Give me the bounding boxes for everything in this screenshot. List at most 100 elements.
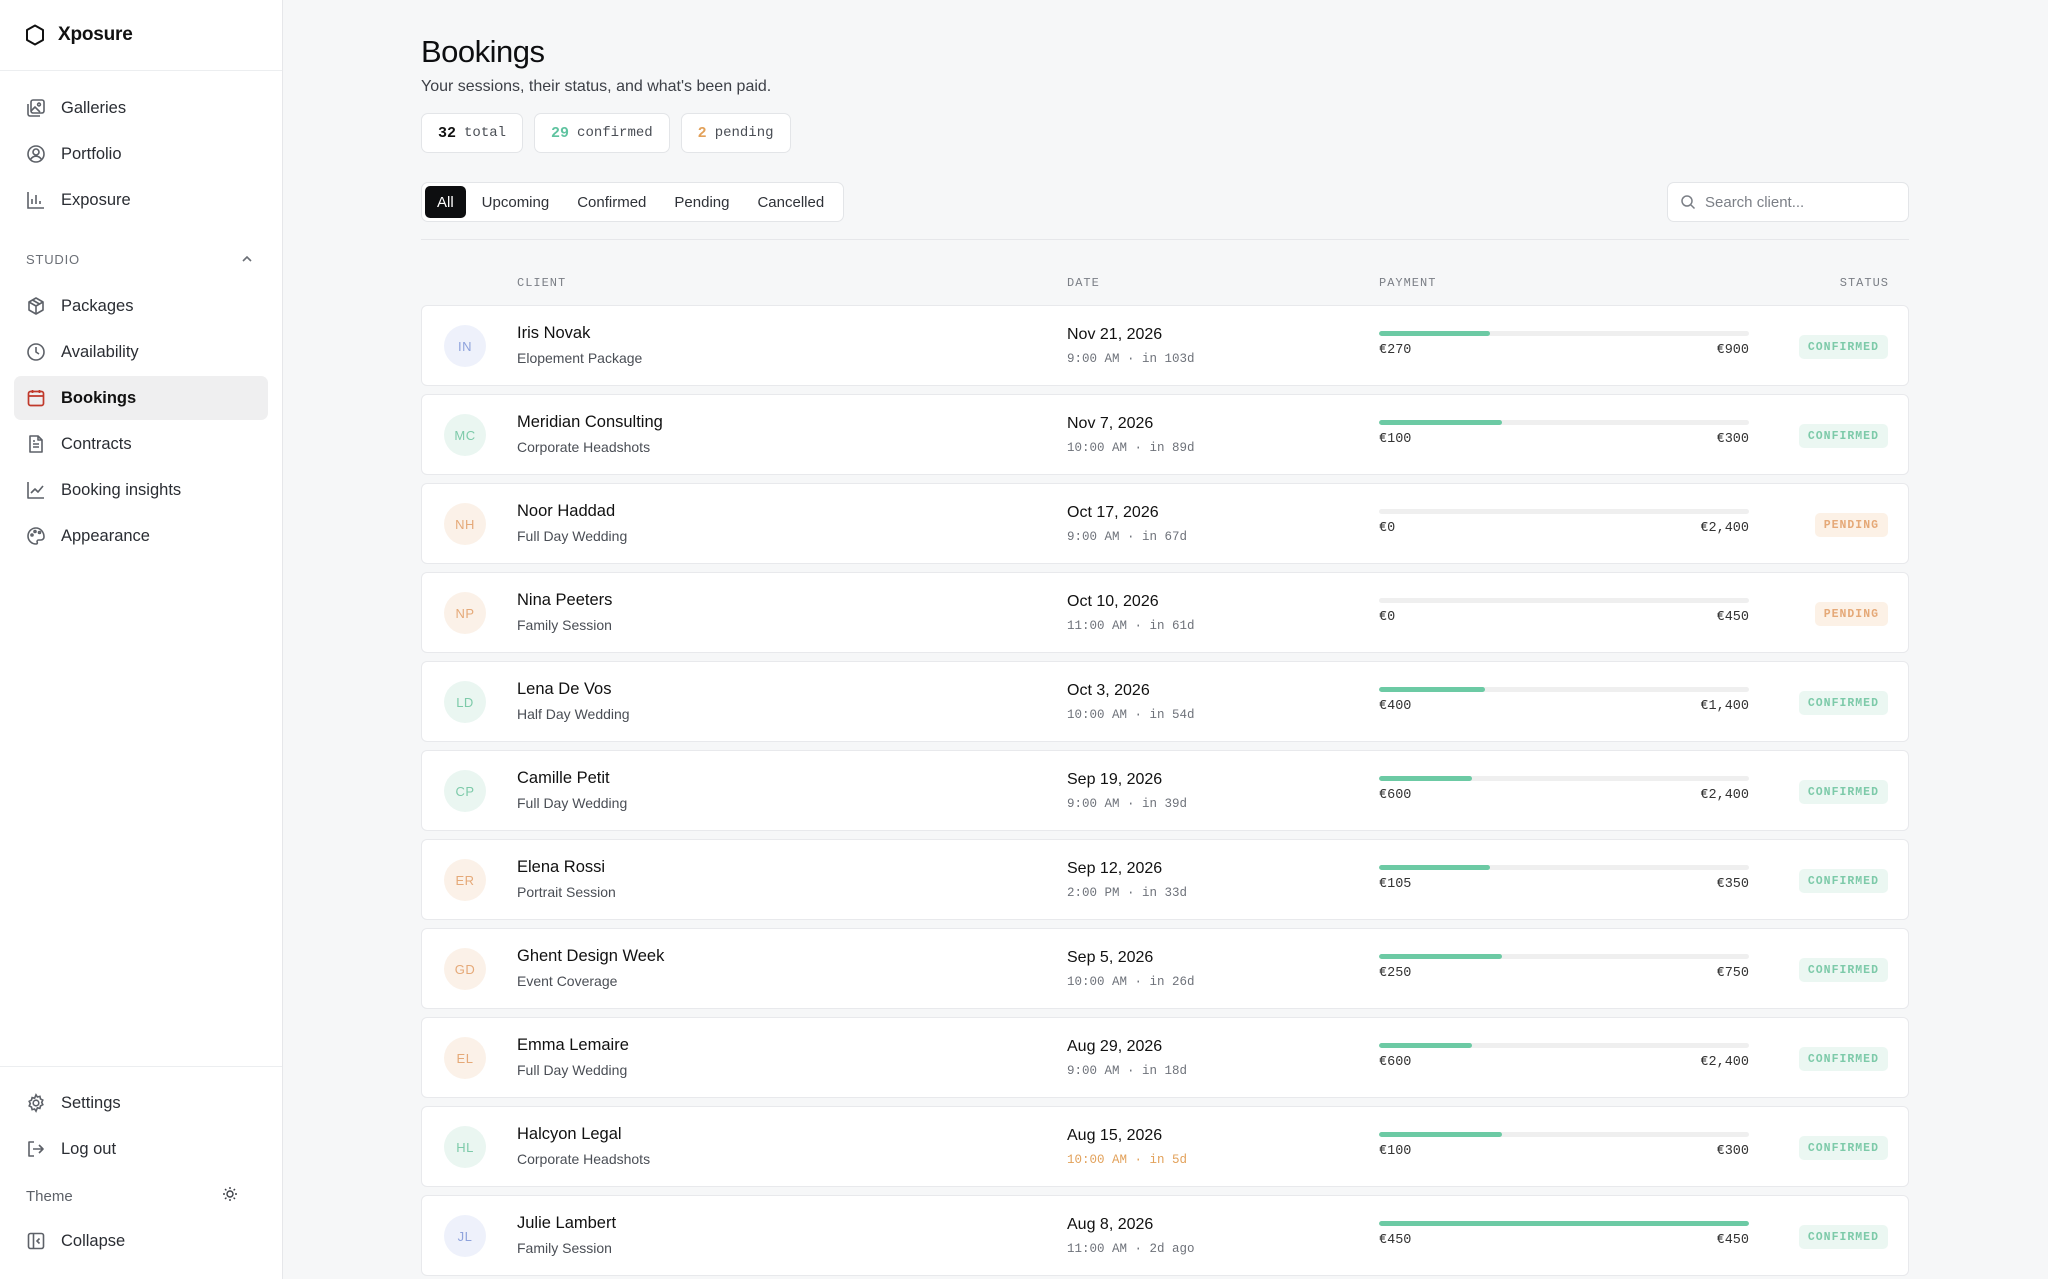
status-badge: CONFIRMED xyxy=(1798,424,1888,448)
table-row[interactable]: GD Ghent Design Week Event Coverage Sep 5, … xyxy=(421,928,1909,1009)
client-name: Noor Haddad xyxy=(517,502,616,520)
table-row[interactable]: CP Camille Petit Full Day Wedding Sep 19, 2… xyxy=(421,750,1909,831)
avatar: LD xyxy=(444,681,486,723)
status-badge: CONFIRMED xyxy=(1798,958,1888,982)
package-name: Event Coverage xyxy=(517,973,618,989)
table-row[interactable]: NP Nina Peeters Family Session Oct 10, 2026… xyxy=(421,572,1909,653)
table-row[interactable]: EL Emma Lemaire Full Day Wedding Aug 29, 20… xyxy=(421,1017,1909,1098)
sidebar-item-availability[interactable]: Availability xyxy=(14,330,268,374)
logout-icon xyxy=(26,1139,46,1159)
avatar: MC xyxy=(444,414,486,456)
sidebar-item-label: Collapse xyxy=(61,1231,126,1250)
session-date: Oct 17, 2026 xyxy=(1067,504,1159,521)
client-name: Ghent Design Week xyxy=(517,947,665,965)
table-row[interactable]: MC Meridian Consulting Corporate Headshots… xyxy=(421,394,1909,475)
sidebar-item-galleries[interactable]: Galleries xyxy=(14,86,268,130)
page-title: Bookings xyxy=(421,34,545,69)
stat-pending-label: pending xyxy=(714,125,774,141)
amount-paid: €600 xyxy=(1379,788,1412,803)
package-name: Corporate Headshots xyxy=(517,1151,651,1167)
amount-paid: €100 xyxy=(1379,1144,1412,1159)
app-name: Xposure xyxy=(58,24,133,45)
avatar: ER xyxy=(444,859,486,901)
amount-total: €2,400 xyxy=(1700,521,1749,536)
payment-progress-bar xyxy=(1379,331,1749,336)
session-date: Nov 21, 2026 xyxy=(1067,326,1163,343)
collapse-sidebar-icon xyxy=(26,1231,46,1251)
status-badge: CONFIRMED xyxy=(1798,869,1888,893)
session-time: 9:00 AM · in 18d xyxy=(1067,1064,1188,1078)
table-row[interactable]: LD Lena De Vos Half Day Wedding Oct 3, 2026… xyxy=(421,661,1909,742)
table-row[interactable]: HL Halcyon Legal Corporate Headshots Aug 15… xyxy=(421,1106,1909,1187)
table-row[interactable]: NH Noor Haddad Full Day Wedding Oct 17, 202… xyxy=(421,483,1909,564)
package-name: Elopement Package xyxy=(517,350,643,366)
sidebar-item-portfolio[interactable]: Portfolio xyxy=(14,132,268,176)
table-row[interactable]: ER Elena Rossi Portrait Session Sep 12, 202… xyxy=(421,839,1909,920)
amount-paid: €0 xyxy=(1379,610,1396,625)
amount-total: €350 xyxy=(1716,877,1749,892)
client-name: Elena Rossi xyxy=(517,858,606,876)
portfolio-icon xyxy=(26,144,46,164)
session-date: Oct 3, 2026 xyxy=(1067,682,1150,699)
payment-progress-bar xyxy=(1379,954,1749,959)
table-row[interactable]: JL Julie Lambert Family Session Aug 8, 2026… xyxy=(421,1195,1909,1276)
sun-icon[interactable] xyxy=(222,1186,238,1206)
session-date: Sep 19, 2026 xyxy=(1067,771,1163,788)
stat-total: 32 total xyxy=(421,113,524,153)
clock-icon xyxy=(26,342,46,362)
stats-summary: 32 total 29 confirmed 2 pending xyxy=(421,113,791,153)
payment-progress-bar xyxy=(1379,1043,1749,1048)
stat-confirmed-label: confirmed xyxy=(577,125,653,141)
brand[interactable]: Xposure xyxy=(0,0,282,71)
sidebar-item-label: Packages xyxy=(61,296,134,315)
chevron-up-icon xyxy=(240,252,254,266)
session-date: Sep 5, 2026 xyxy=(1067,949,1154,966)
amount-paid: €450 xyxy=(1379,1233,1412,1248)
status-badge: CONFIRMED xyxy=(1798,691,1888,715)
amount-total: €2,400 xyxy=(1700,788,1749,803)
session-date: Sep 12, 2026 xyxy=(1067,860,1163,877)
status-badge: CONFIRMED xyxy=(1798,335,1888,359)
sidebar-item-collapse[interactable]: Collapse xyxy=(14,1219,268,1263)
session-time: 9:00 AM · in 67d xyxy=(1067,530,1188,544)
amount-paid: €100 xyxy=(1379,432,1412,447)
payment-progress-fill xyxy=(1379,420,1503,425)
sidebar-item-contracts[interactable]: Contracts xyxy=(14,422,268,466)
amount-total: €450 xyxy=(1716,610,1749,625)
table-row[interactable]: IN Iris Novak Elopement Package Nov 21, 202… xyxy=(421,305,1909,386)
package-icon xyxy=(26,296,46,316)
sidebar-item-label: Settings xyxy=(61,1093,121,1112)
avatar: GD xyxy=(444,948,486,990)
search-input[interactable] xyxy=(1705,193,1895,211)
amount-total: €300 xyxy=(1716,432,1749,447)
tab-pending[interactable]: Pending xyxy=(662,186,741,218)
stat-total-label: total xyxy=(464,125,507,141)
sidebar-item-appearance[interactable]: Appearance xyxy=(14,514,268,558)
package-name: Full Day Wedding xyxy=(517,1062,628,1078)
tab-all[interactable]: All xyxy=(425,186,466,218)
session-time: 10:00 AM · in 26d xyxy=(1067,975,1195,989)
amount-paid: €105 xyxy=(1379,877,1412,892)
stat-pending-value: 2 xyxy=(697,124,707,142)
avatar: HL xyxy=(444,1126,486,1168)
column-header-client: CLIENT xyxy=(517,276,567,290)
sidebar-item-packages[interactable]: Packages xyxy=(14,284,268,328)
client-name: Julie Lambert xyxy=(517,1214,617,1232)
payment-progress-bar xyxy=(1379,687,1749,692)
sidebar-item-bookings[interactable]: Bookings xyxy=(14,376,268,420)
package-name: Full Day Wedding xyxy=(517,528,628,544)
avatar: IN xyxy=(444,325,486,367)
amount-total: €750 xyxy=(1716,966,1749,981)
sidebar-item-logout[interactable]: Log out xyxy=(14,1127,268,1171)
primary-nav: Galleries Portfolio Exposure STUDIO Pack… xyxy=(0,71,282,558)
sidebar-item-booking-insights[interactable]: Booking insights xyxy=(14,468,268,512)
amount-paid: €270 xyxy=(1379,343,1412,358)
avatar: EL xyxy=(444,1037,486,1079)
tab-cancelled[interactable]: Cancelled xyxy=(745,186,836,218)
sidebar-item-exposure[interactable]: Exposure xyxy=(14,178,268,222)
tab-confirmed[interactable]: Confirmed xyxy=(565,186,658,218)
tab-upcoming[interactable]: Upcoming xyxy=(470,186,562,218)
table-header: CLIENT DATE PAYMENT STATUS xyxy=(421,276,1909,296)
studio-section-toggle[interactable]: STUDIO xyxy=(14,234,268,284)
sidebar-item-settings[interactable]: Settings xyxy=(14,1081,268,1125)
